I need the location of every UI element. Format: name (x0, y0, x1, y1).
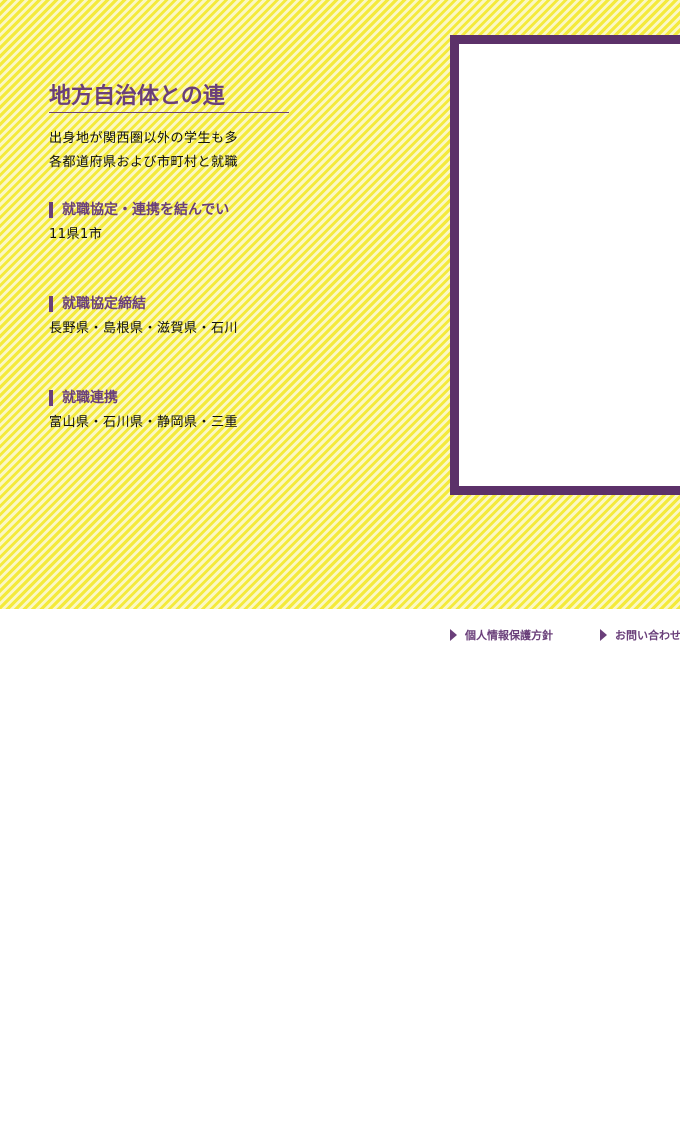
intro-line-2: 各都道府県および市町村と就職 (49, 155, 239, 170)
privacy-policy-link[interactable]: 個人情報保護方針 (450, 627, 553, 643)
contact-label: お問い合わせ (615, 629, 680, 642)
block-heading-cooperation: 就職連携 (49, 390, 118, 406)
info-card-inner (459, 44, 680, 486)
page: 地方自治体との連 出身地が関西圏以外の学生も多 各都道府県および市町村と就職 就… (0, 0, 680, 1126)
block-body-agreements-count: 11県1市 (49, 227, 103, 242)
title-underline (49, 112, 289, 113)
block-heading-agreements: 就職協定締結 (49, 296, 146, 312)
contact-link[interactable]: お問い合わせ (600, 627, 680, 643)
intro-line-1: 出身地が関西圏以外の学生も多 (49, 131, 239, 146)
block-body-agreements: 長野県・島根県・滋賀県・石川 (49, 321, 239, 336)
section-title: 地方自治体との連 (49, 84, 225, 109)
block-heading-agreements-count: 就職協定・連携を結んでい (49, 202, 229, 218)
info-card (450, 35, 680, 495)
block-body-cooperation: 富山県・石川県・静岡県・三重 (49, 415, 239, 430)
triangle-right-icon (450, 629, 457, 641)
triangle-right-icon (600, 629, 607, 641)
privacy-policy-label: 個人情報保護方針 (465, 629, 553, 642)
